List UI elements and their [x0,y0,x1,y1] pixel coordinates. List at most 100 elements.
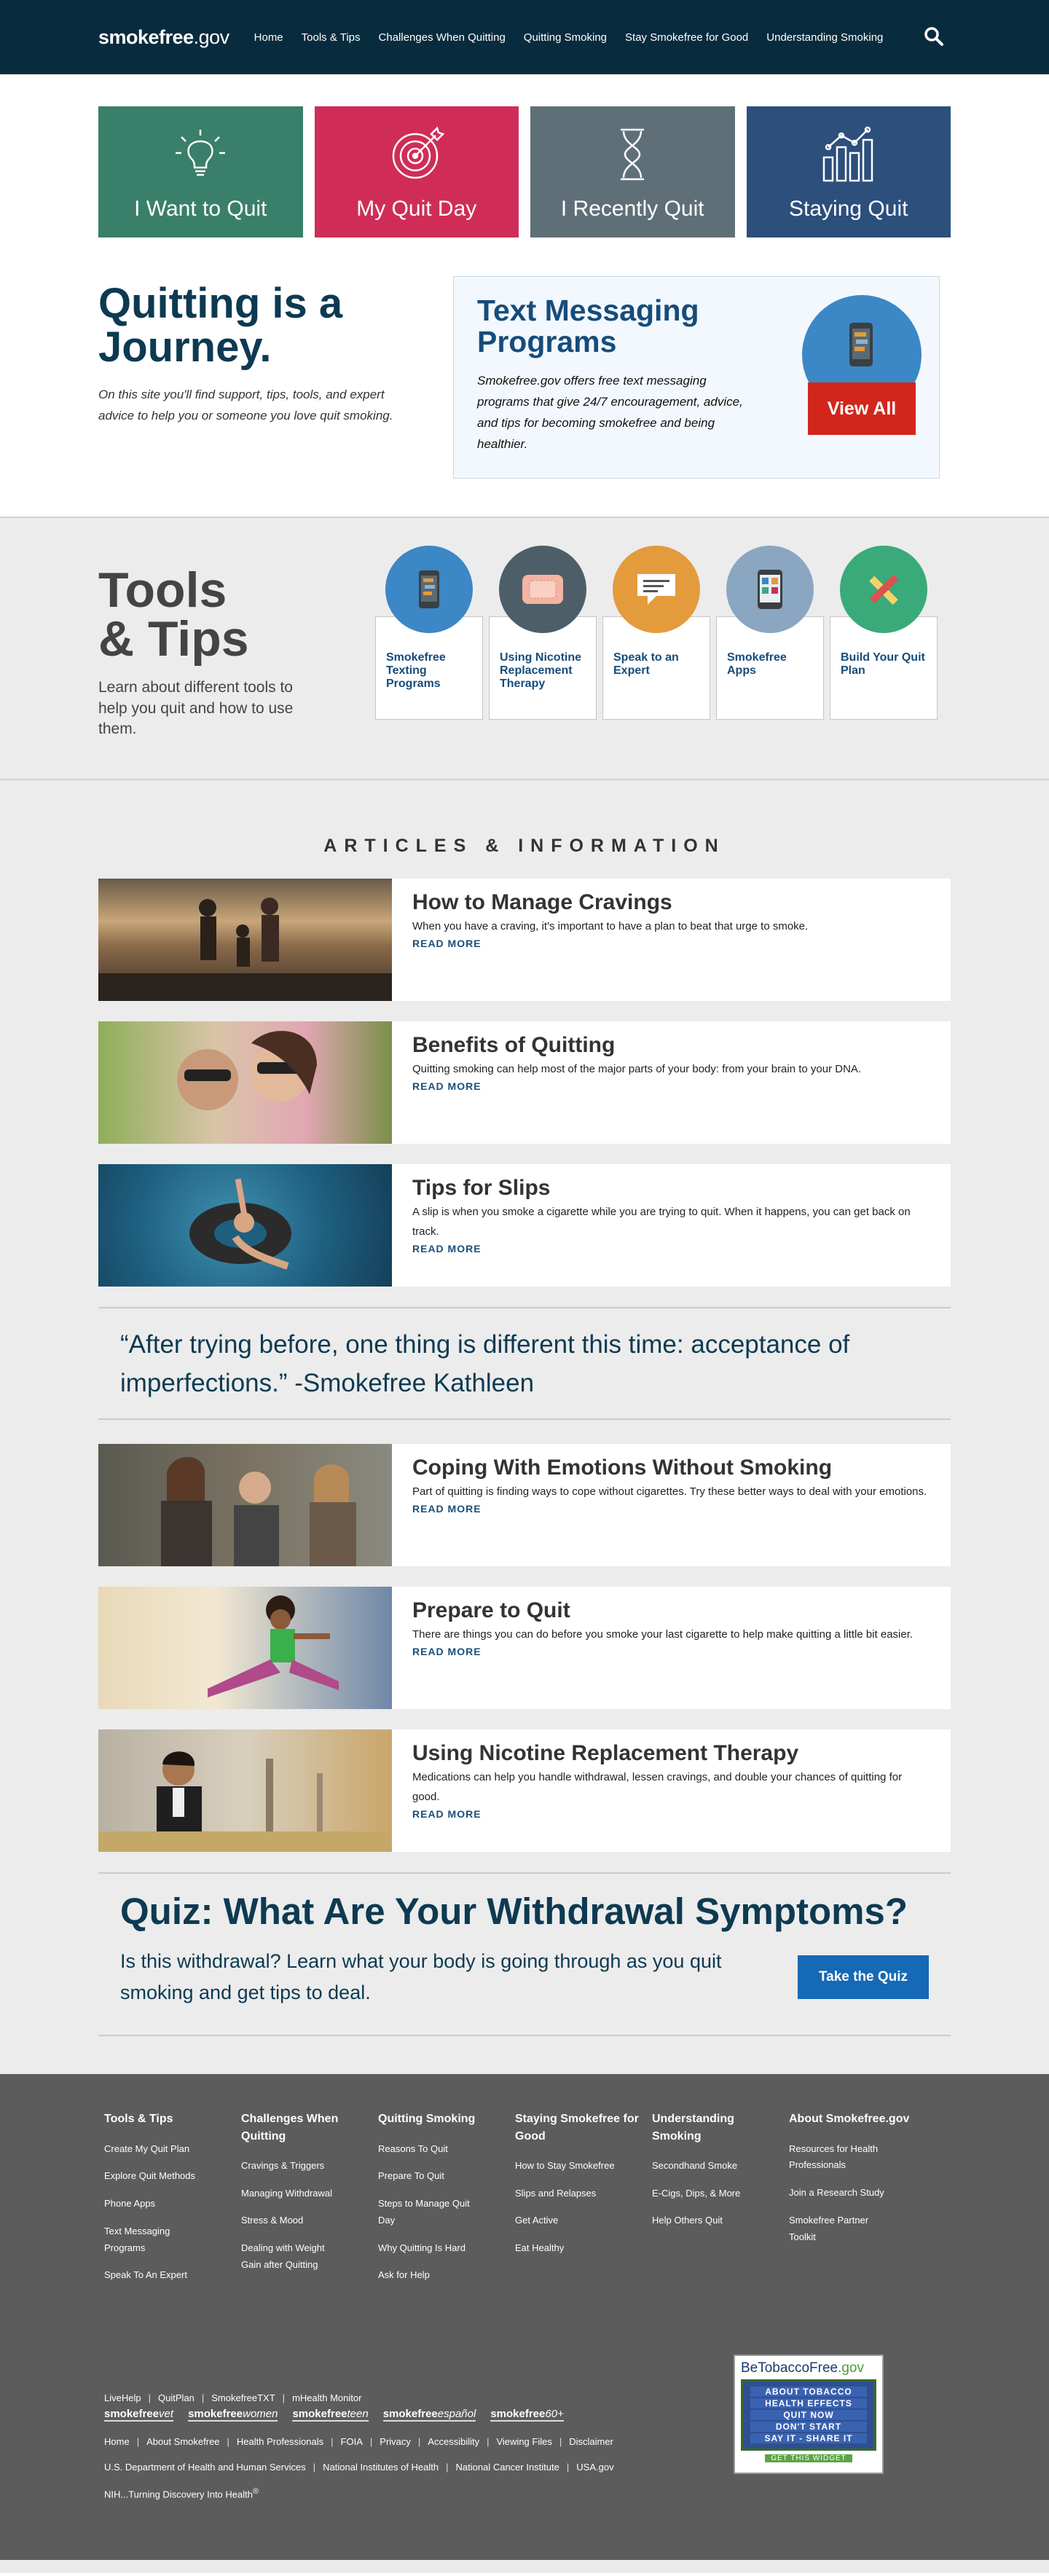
search-icon[interactable] [924,26,944,47]
footer-link[interactable]: Stress & Mood [241,2212,372,2229]
footer-link[interactable]: E-Cigs, Dips, & More [652,2186,783,2202]
footer-link[interactable]: Create My Quit Plan [104,2141,235,2158]
article-title[interactable]: Using Nicotine Replacement Therapy [412,1741,930,1766]
article-title[interactable]: Benefits of Quitting [412,1033,861,1058]
footer-link[interactable]: Secondhand Smoke [652,2158,783,2175]
footer-link[interactable]: Managing Withdrawal [241,2186,372,2202]
footer-agency-link[interactable]: USA.gov [559,2462,613,2473]
article-title[interactable]: Tips for Slips [412,1176,930,1201]
footer-link[interactable]: Help Others Quit [652,2212,783,2229]
read-more-link[interactable]: READ MORE [412,1646,482,1657]
footer-utility-link[interactable]: Viewing Files [479,2436,551,2447]
footer-agency-link[interactable]: National Cancer Institute [439,2462,559,2473]
read-more-link[interactable]: READ MORE [412,938,482,949]
footer-link[interactable]: Text Messaging Programs [104,2223,235,2257]
read-more-link[interactable]: READ MORE [412,1503,482,1515]
take-quiz-button[interactable]: Take the Quiz [798,1955,929,2000]
footer-col-title[interactable]: About Smokefree.gov [789,2110,920,2127]
tile-staying-quit[interactable]: Staying Quit [746,106,951,237]
footer-link[interactable]: Steps to Manage Quit Day [378,2196,509,2229]
nav-home[interactable]: Home [254,31,283,44]
tile-my-quit-day[interactable]: My Quit Day [314,106,519,237]
footer-link[interactable]: Cravings & Triggers [241,2158,372,2175]
footer-program-link[interactable]: LiveHelp [104,2392,141,2403]
article-card[interactable]: Coping With Emotions Without Smoking Par… [98,1444,951,1566]
betobaccofree-widget[interactable]: BeTobaccoFree.gov ABOUT TOBACCO HEALTH E… [734,2355,884,2475]
article-desc: Medications can help you handle withdraw… [412,1771,903,1803]
footer-utility-link[interactable]: Health Professionals [220,2436,323,2447]
article-card[interactable]: Benefits of Quitting Quitting smoking ca… [98,1021,951,1144]
read-more-link[interactable]: READ MORE [412,1243,482,1254]
nih-tagline-link[interactable]: NIH...Turning Discovery Into Health® [104,2487,259,2500]
tile-i-recently-quit[interactable]: I Recently Quit [530,106,735,237]
footer-link[interactable]: Join a Research Study [789,2185,920,2202]
footer-link[interactable]: Reasons To Quit [378,2141,509,2158]
tool-card-quit-plan[interactable]: Build Your Quit Plan [830,546,938,779]
footer-utility-link[interactable]: Privacy [363,2436,411,2447]
article-desc: A slip is when you smoke a cigarette whi… [412,1206,911,1238]
footer-col-understanding: Understanding Smoking Secondhand Smoke E… [646,2110,783,2295]
tool-label: Build Your Quit Plan [841,651,925,678]
article-title[interactable]: How to Manage Cravings [412,890,808,915]
footer-link[interactable]: How to Stay Smokefree [515,2158,646,2175]
brand-link-women[interactable]: smokefreewomen [188,2408,278,2422]
article-body: Coping With Emotions Without Smoking Par… [392,1444,947,1566]
nav-tools-tips[interactable]: Tools & Tips [302,31,361,44]
footer-col-title[interactable]: Understanding Smoking [652,2110,783,2144]
nav-quitting-smoking[interactable]: Quitting Smoking [524,31,607,44]
footer-col-title[interactable]: Staying Smokefree for Good [515,2110,646,2144]
footer-link[interactable]: Prepare To Quit [378,2168,509,2185]
article-card[interactable]: Prepare to Quit There are things you can… [98,1587,951,1709]
site-header: smokefree.gov Home Tools & Tips Challeng… [0,0,1049,74]
footer-utility-link[interactable]: Disclaimer [552,2436,613,2447]
article-title[interactable]: Coping With Emotions Without Smoking [412,1456,927,1480]
footer-link[interactable]: Slips and Relapses [515,2186,646,2202]
nav-challenges[interactable]: Challenges When Quitting [379,31,506,44]
get-widget-button[interactable]: GET THIS WIDGET [765,2454,852,2463]
footer-col-title[interactable]: Challenges When Quitting [241,2110,372,2144]
nav-stay-smokefree[interactable]: Stay Smokefree for Good [625,31,748,44]
footer-col-title[interactable]: Tools & Tips [104,2110,235,2127]
article-card[interactable]: Tips for Slips A slip is when you smoke … [98,1164,951,1287]
footer-col-title[interactable]: Quitting Smoking [378,2110,509,2127]
footer-agency-link[interactable]: National Institutes of Health [306,2462,439,2473]
tool-card-texting[interactable]: Smokefree Texting Programs [375,546,483,779]
brand-link-vet[interactable]: smokefreevet [104,2408,174,2422]
article-card[interactable]: Using Nicotine Replacement Therapy Medic… [98,1729,951,1852]
tool-card-nrt[interactable]: Using Nicotine Replacement Therapy [489,546,597,779]
tile-i-want-to-quit[interactable]: I Want to Quit [98,106,303,237]
footer-link[interactable]: Smokefree Partner Toolkit [789,2212,920,2246]
footer-agency-link[interactable]: U.S. Department of Health and Human Serv… [104,2462,306,2473]
footer-link[interactable]: Explore Quit Methods [104,2168,235,2185]
footer-link[interactable]: Dealing with Weight Gain after Quitting [241,2240,372,2274]
read-more-link[interactable]: READ MORE [412,1808,482,1820]
footer-link[interactable]: Ask for Help [378,2267,509,2284]
footer-utility-link[interactable]: Accessibility [411,2436,479,2447]
footer-link[interactable]: Why Quitting Is Hard [378,2240,509,2257]
footer-program-link[interactable]: mHealth Monitor [275,2392,361,2403]
read-more-link[interactable]: READ MORE [412,1080,482,1092]
footer-link[interactable]: Phone Apps [104,2196,235,2212]
site-logo[interactable]: smokefree.gov [98,26,229,49]
brand-link-espanol[interactable]: smokefreeespañol [382,2408,476,2422]
article-card[interactable]: How to Manage Cravings When you have a c… [98,879,951,1001]
nav-understanding-smoking[interactable]: Understanding Smoking [766,31,883,44]
footer-utility-link[interactable]: About Smokefree [130,2436,219,2447]
footer-program-link[interactable]: SmokefreeTXT [195,2392,275,2403]
footer-link[interactable]: Resources for Health Professionals [789,2141,920,2175]
footer-link[interactable]: Get Active [515,2212,646,2229]
brand-link-teen[interactable]: smokefreeteen [292,2408,369,2422]
footer-utility-link[interactable]: Home [104,2436,130,2447]
brand-link-60plus[interactable]: smokefree60+ [490,2408,564,2422]
tool-card-apps[interactable]: Smokefree Apps [716,546,824,779]
footer-link[interactable]: Speak To An Expert [104,2267,235,2284]
footer-program-link[interactable]: QuitPlan [141,2392,195,2403]
article-title[interactable]: Prepare to Quit [412,1598,913,1623]
footer-link[interactable]: Eat Healthy [515,2240,646,2257]
view-all-button[interactable]: View All [808,382,916,435]
tool-card-expert[interactable]: Speak to an Expert [602,546,710,779]
tool-label: Smokefree Texting Programs [386,651,446,691]
article-image-woman-exercising [98,1587,392,1709]
tool-circle [499,546,586,633]
footer-utility-link[interactable]: FOIA [323,2436,363,2447]
